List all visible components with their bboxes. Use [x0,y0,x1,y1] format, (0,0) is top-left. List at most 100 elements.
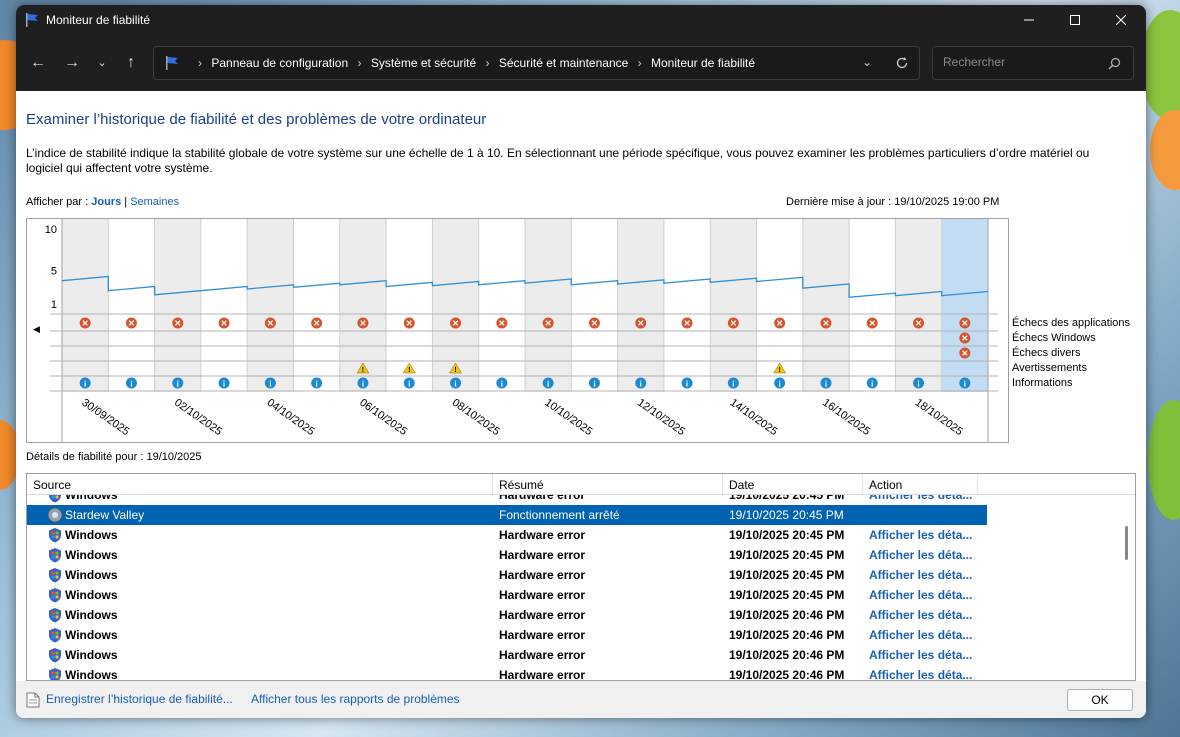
x-tick-label: 06/10/2025 [357,397,409,438]
table-body: Windows Hardware error 19/10/2025 20:45 PM… [27,495,1121,680]
legend-windows-failures: Échecs Windows [1012,332,1096,344]
row-action[interactable]: Afficher les déta... [869,495,979,505]
window-title: Moniteur de fiabilité [46,13,151,27]
windows-shield-icon [49,588,61,603]
reliability-monitor-window: Moniteur de fiabilité ← → ⌄ ↑ › Panneau … [16,5,1146,718]
row-summary: Hardware error [499,568,586,582]
refresh-icon[interactable] [895,56,909,70]
back-button[interactable]: ← [26,51,50,75]
row-action[interactable]: Afficher les déta... [869,585,979,605]
arrow-up-icon: ↑ [127,54,135,71]
warning-mark: ! [778,367,780,374]
legend-misc-failures: Échecs divers [1012,347,1081,359]
address-dropdown-icon[interactable]: ⌄ [862,55,872,69]
breadcrumb-separator-icon: › [637,56,642,70]
row-date: 19/10/2025 20:46 PM [729,628,845,642]
page-title: Examiner l’historique de fiabilité et de… [26,111,487,128]
x-tick-label: 16/10/2025 [820,397,872,438]
row-action[interactable]: Afficher les déta... [869,605,979,625]
view-weeks-link[interactable]: Semaines [130,196,179,208]
table-row[interactable]: Windows Hardware error 19/10/2025 20:45 PM… [27,525,987,545]
table-row-selected[interactable]: Stardew Valley Fonctionnement arrêté 19/10… [27,504,988,526]
wallpaper-lime-top-right [1140,10,1180,120]
column-header-source[interactable]: Source [27,474,493,494]
last-update-text: Dernière mise à jour : 19/10/2025 19:00 … [786,196,1000,208]
control-panel-flag-icon [166,56,178,70]
view-separator: | [124,196,128,208]
save-history-link[interactable]: Enregistrer l’historique de fiabilité... [46,692,233,706]
table-row[interactable]: Windows Hardware error 19/10/2025 20:45 PM… [27,585,987,605]
app-icon [47,507,63,523]
row-date: 19/10/2025 20:45 PM [729,508,844,522]
sort-indicator-icon: ⌃ [787,473,795,478]
x-tick-label: 02/10/2025 [172,397,224,438]
table-row[interactable]: Windows Hardware error 19/10/2025 20:46 PM… [27,625,987,645]
row-summary: Hardware error [499,495,586,502]
table-row[interactable]: Windows Hardware error 19/10/2025 20:46 PM… [27,605,987,625]
row-action[interactable]: Afficher les déta... [869,645,979,665]
row-action[interactable]: Afficher les déta... [869,565,979,585]
scroll-left-icon[interactable]: ◀ [33,325,40,335]
view-all-reports-link[interactable]: Afficher tous les rapports de problèmes [251,692,460,706]
reliability-flag-icon [26,13,38,27]
up-button[interactable]: ↑ [119,51,143,75]
table-row[interactable]: Windows Hardware error 19/10/2025 20:45 PM… [27,565,987,585]
scrollbar-thumb[interactable] [1125,526,1128,560]
row-action[interactable]: Afficher les déta... [869,665,979,680]
title-bar: Moniteur de fiabilité [16,5,1146,35]
day-column [108,219,155,392]
row-source: Windows [65,495,118,502]
table-row[interactable]: Windows Hardware error 19/10/2025 20:46 PM… [27,665,987,680]
x-tick-label: 10/10/2025 [542,397,594,438]
chevron-down-icon: ⌄ [97,57,107,69]
breadcrumb-reliability-monitor[interactable]: Moniteur de fiabilité [651,56,755,70]
y-tick-label: 5 [51,266,57,278]
search-icon[interactable] [1108,57,1121,70]
day-column [154,219,201,392]
warning-mark: ! [454,367,456,374]
column-header-summary[interactable]: Résumé [493,474,723,494]
windows-shield-icon [49,495,61,503]
day-column [525,219,572,392]
stability-chart[interactable]: 10 5 1 ◀!!!! i i i i i i i i i i i i i i i i i i i i 30/09/2025 0… [26,218,1009,443]
close-button[interactable] [1098,5,1144,35]
table-row[interactable]: Windows Hardware error 19/10/2025 20:46 PM… [27,645,987,665]
x-tick-label: 04/10/2025 [265,397,317,438]
row-date: 19/10/2025 20:46 PM [729,668,845,680]
warning-mark: ! [408,367,410,374]
minimize-button[interactable] [1006,5,1052,35]
day-column [663,219,711,392]
windows-shield-icon [49,528,61,543]
address-bar[interactable]: › Panneau de configuration › Système et … [153,46,920,80]
view-days-link[interactable]: Jours [91,196,121,208]
breadcrumb-security-maintenance[interactable]: Sécurité et maintenance [499,56,628,70]
row-action[interactable]: Afficher les déta... [869,545,979,565]
row-action[interactable]: Afficher les déta... [869,525,979,545]
warning-mark: ! [362,367,364,374]
table-row[interactable]: Windows Hardware error 19/10/2025 20:45 PM… [27,495,987,505]
windows-shield-icon [49,568,61,583]
row-summary: Hardware error [499,528,586,542]
day-column [617,219,664,392]
maximize-button[interactable] [1052,5,1098,35]
recent-locations-button[interactable]: ⌄ [90,51,114,75]
details-label: Détails de fiabilité pour : 19/10/2025 [26,451,202,463]
footer-bar: Enregistrer l’historique de fiabilité...… [16,681,1146,718]
search-box[interactable] [932,46,1134,80]
day-column [710,219,757,392]
table-row[interactable]: Windows Hardware error 19/10/2025 20:45 PM… [27,545,987,565]
y-tick-label: 1 [51,299,57,311]
windows-shield-icon [49,548,61,563]
table-header: Source Résumé Date ⌃ Action [27,474,1135,495]
minimize-icon [1024,19,1034,21]
breadcrumb-control-panel[interactable]: Panneau de configuration [211,56,348,70]
row-action[interactable]: Afficher les déta... [869,625,979,645]
breadcrumb-system-security[interactable]: Système et sécurité [371,56,476,70]
search-input[interactable] [941,54,1105,70]
forward-button[interactable]: → [60,51,84,75]
column-header-action[interactable]: Action [863,474,978,494]
ok-button[interactable]: OK [1067,689,1133,711]
vertical-scrollbar[interactable] [1121,496,1133,680]
day-column [478,219,525,392]
row-date: 19/10/2025 20:45 PM [729,568,845,582]
